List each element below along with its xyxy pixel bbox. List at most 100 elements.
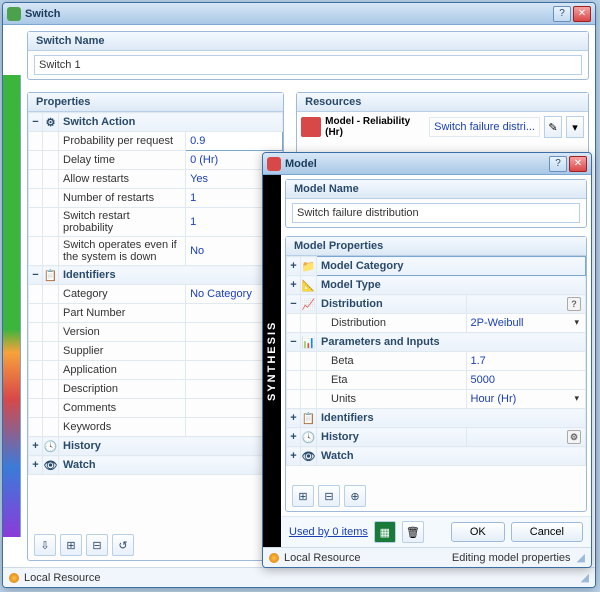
- model-name-input[interactable]: [292, 203, 580, 223]
- prop-name: Version: [59, 323, 186, 342]
- distribution-dropdown[interactable]: 2P-Weibull: [466, 314, 586, 333]
- expand-model-category[interactable]: +: [287, 257, 301, 276]
- model-tool-3[interactable]: ⊕: [344, 485, 366, 507]
- prop-name: Comments: [59, 399, 186, 418]
- prop-name: Switch restart probability: [59, 208, 186, 237]
- model-help-button[interactable]: ?: [549, 156, 567, 172]
- model-watch-icon: 👁: [301, 447, 317, 466]
- collapse-identifiers[interactable]: −: [29, 266, 43, 285]
- expand-watch[interactable]: +: [29, 456, 43, 475]
- group-distribution: Distribution: [317, 295, 467, 314]
- model-close-button[interactable]: ✕: [569, 156, 587, 172]
- type-icon: 📐: [301, 276, 317, 295]
- group-model-category[interactable]: Model Category: [317, 257, 586, 276]
- status-text: Local Resource: [24, 572, 100, 584]
- collapse-switch-action[interactable]: −: [29, 113, 43, 132]
- distribution-wizard-button[interactable]: ?: [567, 297, 581, 311]
- prop-name: Switch operates even if the system is do…: [59, 237, 186, 266]
- params-icon: 📊: [301, 333, 317, 352]
- group-model-type: Model Type: [317, 276, 586, 295]
- prop-name: Description: [59, 380, 186, 399]
- model-reliability-value[interactable]: Switch failure distri...: [429, 117, 540, 137]
- units-dropdown[interactable]: Hour (Hr): [466, 390, 586, 409]
- model-name-panel: Model Name: [285, 179, 587, 228]
- prop-name: Units: [317, 390, 467, 409]
- prop-name: Number of restarts: [59, 189, 186, 208]
- group-history: History: [59, 437, 283, 456]
- model-status-right: Editing model properties: [452, 552, 571, 564]
- tool-button-3[interactable]: ⊟: [86, 534, 108, 556]
- synthesis-brand-strip: SYNTHESIS: [263, 175, 281, 547]
- model-properties-header: Model Properties: [286, 237, 586, 256]
- tool-button-2[interactable]: ⊞: [60, 534, 82, 556]
- prop-name: Eta: [317, 371, 467, 390]
- group-params: Parameters and Inputs: [317, 333, 586, 352]
- model-titlebar[interactable]: Model ? ✕: [263, 153, 591, 175]
- model-identifiers-icon: 📋: [301, 409, 317, 428]
- trash-button[interactable]: 🗑: [402, 521, 424, 543]
- group-watch: Watch: [59, 456, 283, 475]
- chart-button[interactable]: ▦: [374, 521, 396, 543]
- collapse-distribution[interactable]: −: [287, 295, 301, 314]
- switch-name-panel: Switch Name: [27, 31, 589, 80]
- prop-name: Application: [59, 361, 186, 380]
- tool-button-1[interactable]: ⇩: [34, 534, 56, 556]
- identifiers-icon: 📋: [43, 266, 59, 285]
- resize-grip-icon[interactable]: ◢: [581, 571, 589, 584]
- used-by-link[interactable]: Used by 0 items: [289, 526, 368, 538]
- model-history-icon: 🕓: [301, 428, 317, 447]
- prop-value-probability[interactable]: 0.9: [186, 132, 283, 151]
- edit-resource-button[interactable]: ✎: [544, 116, 562, 138]
- history-settings-button[interactable]: ⚙: [567, 430, 581, 444]
- model-reliability-icon: [301, 117, 321, 137]
- category-icon: 📁: [301, 257, 317, 276]
- expand-model-watch[interactable]: +: [287, 447, 301, 466]
- prop-name: Allow restarts: [59, 170, 186, 189]
- model-resize-grip-icon[interactable]: ◢: [577, 551, 585, 564]
- model-properties-grid: +📁Model Category +📐Model Type −📈Distribu…: [286, 256, 586, 466]
- cancel-button[interactable]: Cancel: [511, 522, 583, 542]
- collapse-params[interactable]: −: [287, 333, 301, 352]
- model-status-led-icon: [269, 553, 279, 563]
- prop-name: Distribution: [317, 314, 467, 333]
- group-model-history: History: [317, 428, 467, 447]
- group-model-identifiers: Identifiers: [317, 409, 586, 428]
- prop-name: Supplier: [59, 342, 186, 361]
- model-tool-2[interactable]: ⊟: [318, 485, 340, 507]
- prop-name: Probability per request: [59, 132, 186, 151]
- switch-titlebar[interactable]: Switch ? ✕: [3, 3, 595, 25]
- switch-action-icon: ⚙: [43, 113, 59, 132]
- properties-grid: −⚙Switch Action Probability per request0…: [28, 112, 283, 475]
- model-tool-1[interactable]: ⊞: [292, 485, 314, 507]
- expand-model-history[interactable]: +: [287, 428, 301, 447]
- model-title: Model: [285, 158, 547, 170]
- model-window: Model ? ✕ SYNTHESIS Model Name Model Pro…: [262, 152, 592, 568]
- beta-value[interactable]: 1.7: [466, 352, 586, 371]
- eta-value[interactable]: 5000: [466, 371, 586, 390]
- model-name-header: Model Name: [286, 180, 586, 199]
- prop-name: Part Number: [59, 304, 186, 323]
- tool-button-4[interactable]: ↺: [112, 534, 134, 556]
- switch-statusbar: Local Resource ◢: [3, 567, 595, 587]
- status-led-icon: [9, 573, 19, 583]
- prop-name: Beta: [317, 352, 467, 371]
- history-icon: 🕓: [43, 437, 59, 456]
- switch-title: Switch: [25, 8, 551, 20]
- watch-icon: 👁: [43, 456, 59, 475]
- help-button[interactable]: ?: [553, 6, 571, 22]
- close-button[interactable]: ✕: [573, 6, 591, 22]
- resource-dropdown-button[interactable]: ▾: [566, 116, 584, 138]
- prop-name: Category: [59, 285, 186, 304]
- expand-history[interactable]: +: [29, 437, 43, 456]
- expand-model-identifiers[interactable]: +: [287, 409, 301, 428]
- resources-header: Resources: [297, 93, 588, 112]
- prop-name: Keywords: [59, 418, 186, 437]
- model-statusbar: Local Resource Editing model properties …: [263, 547, 591, 567]
- properties-toolbar: ⇩ ⊞ ⊟ ↺: [28, 530, 283, 560]
- group-model-watch: Watch: [317, 447, 586, 466]
- expand-model-type[interactable]: +: [287, 276, 301, 295]
- switch-name-input[interactable]: [34, 55, 582, 75]
- ok-button[interactable]: OK: [451, 522, 505, 542]
- model-status-left: Local Resource: [284, 552, 360, 564]
- model-reliability-label: Model - Reliability (Hr): [325, 116, 425, 138]
